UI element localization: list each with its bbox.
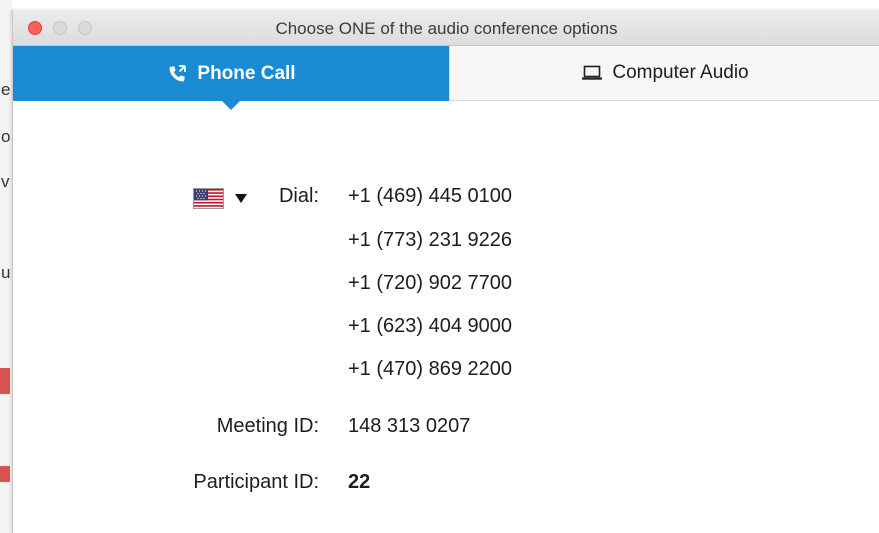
meeting-id-value: 148 313 0207 <box>348 415 471 437</box>
audio-option-tabs: Phone Call Computer Audio <box>13 46 879 110</box>
background-red-marker <box>0 368 10 394</box>
participant-id-value: 22 <box>348 471 371 493</box>
background-text: v <box>1 172 10 191</box>
active-tab-indicator <box>222 101 240 110</box>
title-bar[interactable]: Choose ONE of the audio conference optio… <box>13 10 879 46</box>
country-dropdown-chevron-down-icon[interactable] <box>235 194 247 203</box>
laptop-icon <box>581 62 603 84</box>
participant-id-label: Participant ID: <box>193 471 319 493</box>
tab-phone-call[interactable]: Phone Call <box>13 46 449 110</box>
tab-phone-call-label: Phone Call <box>197 62 296 84</box>
background-app: e o v u <box>0 0 12 533</box>
dial-number: +1 (773) 231 9226 <box>348 229 513 251</box>
dial-number: +1 (623) 404 9000 <box>348 315 513 337</box>
phone-icon <box>166 63 188 85</box>
dial-label: Dial: <box>278 185 319 207</box>
window-title: Choose ONE of the audio conference optio… <box>275 19 618 38</box>
audio-conference-window: Choose ONE of the audio conference optio… <box>12 10 879 533</box>
background-text: e <box>1 80 11 99</box>
us-flag-icon[interactable] <box>193 188 224 209</box>
background-red-marker <box>0 466 10 482</box>
tab-computer-audio[interactable]: Computer Audio <box>449 46 879 101</box>
background-text: o <box>1 127 11 146</box>
tab-computer-audio-label: Computer Audio <box>612 62 749 83</box>
meeting-id-label: Meeting ID: <box>216 415 319 437</box>
background-text: u <box>1 263 11 282</box>
dial-number: +1 (720) 902 7700 <box>348 272 513 294</box>
dial-number: +1 (470) 869 2200 <box>348 358 513 380</box>
dial-number: +1 (469) 445 0100 <box>348 185 513 207</box>
